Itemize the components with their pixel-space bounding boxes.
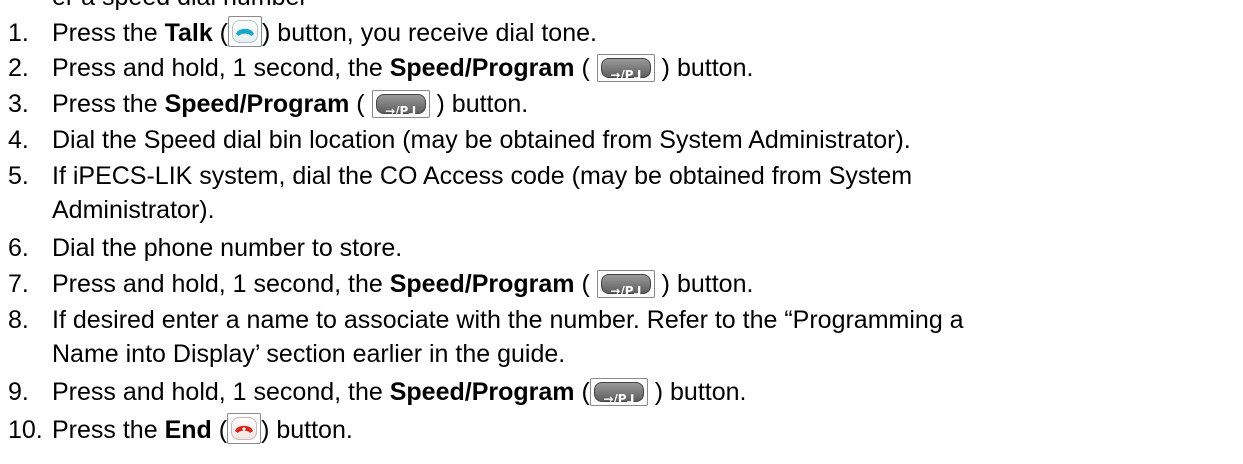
step-2: 2. Press and hold, 1 second, the Speed/Pr…	[8, 54, 754, 82]
key-name-speed-program: Speed/Program	[164, 90, 350, 118]
step-6: 6. Dial the phone number to store.	[8, 234, 403, 262]
speed-program-key-icon: →/P⅃	[589, 378, 648, 406]
step-1: 1. Press the Talk () button, you receive …	[8, 16, 597, 48]
key-name-talk: Talk	[164, 19, 213, 47]
key-name-speed-program: Speed/Program	[389, 54, 575, 82]
step-5-continuation: Administrator).	[52, 196, 215, 224]
step-8: 8. If desired enter a name to associate w…	[8, 306, 964, 334]
step-7: 7. Press and hold, 1 second, the Speed/Pr…	[8, 270, 754, 298]
step-3: 3. Press the Speed/Program ( →/P⅃ ) butto…	[8, 90, 529, 118]
step-5: 5. If iPECS-LIK system, dial the CO Acces…	[8, 162, 913, 190]
cut-off-heading: er a speed dial number	[52, 0, 308, 11]
step-number: 1.	[8, 19, 29, 47]
instruction-document: er a speed dial number 1.Press the Talk …	[0, 0, 1243, 464]
step-4: 4. Dial the Speed dial bin location (may …	[8, 126, 911, 154]
step-number: 7.	[8, 270, 29, 298]
talk-handset-icon	[228, 16, 263, 47]
speed-program-key-icon: →/P⅃	[596, 270, 655, 298]
step-8-continuation: Name into Display’ section earlier in th…	[52, 340, 566, 368]
speed-program-key-icon: →/P⅃	[371, 90, 430, 118]
step-number: 9.	[8, 378, 29, 406]
step-number: 4.	[8, 126, 29, 154]
end-handset-icon	[227, 413, 262, 444]
step-9: 9. Press and hold, 1 second, the Speed/Pr…	[8, 378, 747, 406]
key-name-end: End	[164, 416, 212, 444]
step-number: 3.	[8, 90, 29, 118]
key-name-speed-program: Speed/Program	[389, 378, 575, 406]
step-number: 8.	[8, 306, 29, 334]
key-name-speed-program: Speed/Program	[389, 270, 575, 298]
speed-program-key-icon: →/P⅃	[596, 54, 655, 82]
step-number: 5.	[8, 162, 29, 190]
step-number: 10.	[8, 416, 43, 444]
step-number: 6.	[8, 234, 29, 262]
step-10: 10. Press the End () button.	[8, 413, 353, 445]
step-number: 2.	[8, 54, 29, 82]
